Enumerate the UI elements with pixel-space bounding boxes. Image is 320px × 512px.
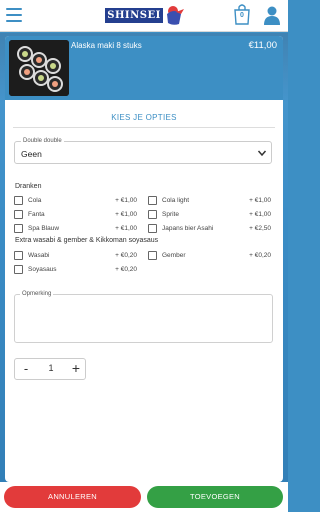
checkbox[interactable]: [14, 224, 23, 233]
add-button[interactable]: TOEVOEGEN: [147, 486, 283, 508]
option-name: Japans bier Asahi: [162, 225, 214, 232]
checkbox[interactable]: [14, 251, 23, 260]
option-price: + €1,00: [249, 197, 271, 204]
option-wasabi[interactable]: Wasabi + €0,20: [14, 250, 137, 262]
quantity-stepper: - 1 +: [14, 358, 86, 380]
option-spa-blauw[interactable]: Spa Blauw + €1,00: [14, 223, 137, 235]
decrease-quantity-button[interactable]: -: [19, 361, 33, 377]
chevron-down-icon: [257, 150, 267, 157]
option-soyasaus[interactable]: Soyasaus + €0,20: [14, 264, 137, 276]
double-double-select[interactable]: Double double Geen: [14, 138, 272, 164]
cart-count: 0: [240, 12, 244, 19]
option-price: + €1,00: [249, 211, 271, 218]
option-cola-light[interactable]: Cola light + €1,00: [148, 195, 271, 207]
remark-label: Opmerking: [20, 291, 54, 297]
group-title-extra: Extra wasabi & gember & Kikkoman soyasau…: [15, 237, 159, 244]
option-name: Cola light: [162, 197, 190, 204]
product-image: [9, 40, 69, 96]
option-price: + €0,20: [249, 252, 271, 259]
remark-textarea[interactable]: Opmerking: [14, 291, 273, 343]
top-bar: SHINSEI 0: [0, 0, 288, 32]
checkbox[interactable]: [14, 210, 23, 219]
option-gember[interactable]: Gember + €0,20: [148, 250, 271, 262]
logo[interactable]: SHINSEI: [105, 3, 185, 28]
product-header: Alaska maki 8 stuks €11,00: [5, 36, 283, 100]
divider: [13, 127, 275, 128]
account-button[interactable]: [263, 5, 281, 25]
option-price: + €1,00: [115, 225, 137, 232]
option-sprite[interactable]: Sprite + €1,00: [148, 209, 271, 221]
option-cola[interactable]: Cola + €1,00: [14, 195, 137, 207]
option-price: + €1,00: [115, 211, 137, 218]
checkbox[interactable]: [14, 265, 23, 274]
group-title-dranken: Dranken: [15, 183, 42, 190]
quantity-value[interactable]: 1: [39, 363, 63, 373]
cart-button[interactable]: 0: [233, 3, 251, 25]
hamburger-menu-icon[interactable]: [6, 8, 22, 22]
footer-actions: ANNULEREN TOEVOEGEN: [0, 482, 288, 512]
checkbox[interactable]: [14, 196, 23, 205]
select-value: Geen: [21, 149, 42, 159]
option-japans-bier-asahi[interactable]: Japans bier Asahi + €2,50: [148, 223, 271, 235]
select-label: Double double: [21, 138, 64, 144]
option-price: + €1,00: [115, 197, 137, 204]
increase-quantity-button[interactable]: +: [69, 360, 83, 376]
option-name: Wasabi: [28, 252, 50, 259]
options-dialog: Alaska maki 8 stuks €11,00 KIES JE OPTIE…: [5, 36, 283, 482]
product-name: Alaska maki 8 stuks: [71, 41, 142, 50]
option-name: Soyasaus: [28, 266, 57, 273]
option-name: Spa Blauw: [28, 225, 60, 232]
option-name: Sprite: [162, 211, 179, 218]
user-icon: [264, 6, 280, 25]
checkbox[interactable]: [148, 196, 157, 205]
option-name: Cola: [28, 197, 42, 204]
logo-mark-icon: [167, 6, 184, 25]
checkbox[interactable]: [148, 210, 157, 219]
checkbox[interactable]: [148, 251, 157, 260]
checkbox[interactable]: [148, 224, 157, 233]
logo-text: SHINSEI: [105, 8, 163, 23]
option-fanta[interactable]: Fanta + €1,00: [14, 209, 137, 221]
option-name: Gember: [162, 252, 186, 259]
option-name: Fanta: [28, 211, 45, 218]
product-price: €11,00: [248, 40, 277, 51]
option-price: + €2,50: [249, 225, 271, 232]
cancel-button[interactable]: ANNULEREN: [4, 486, 141, 508]
options-title: KIES JE OPTIES: [111, 113, 177, 122]
option-price: + €0,20: [115, 252, 137, 259]
option-price: + €0,20: [115, 266, 137, 273]
